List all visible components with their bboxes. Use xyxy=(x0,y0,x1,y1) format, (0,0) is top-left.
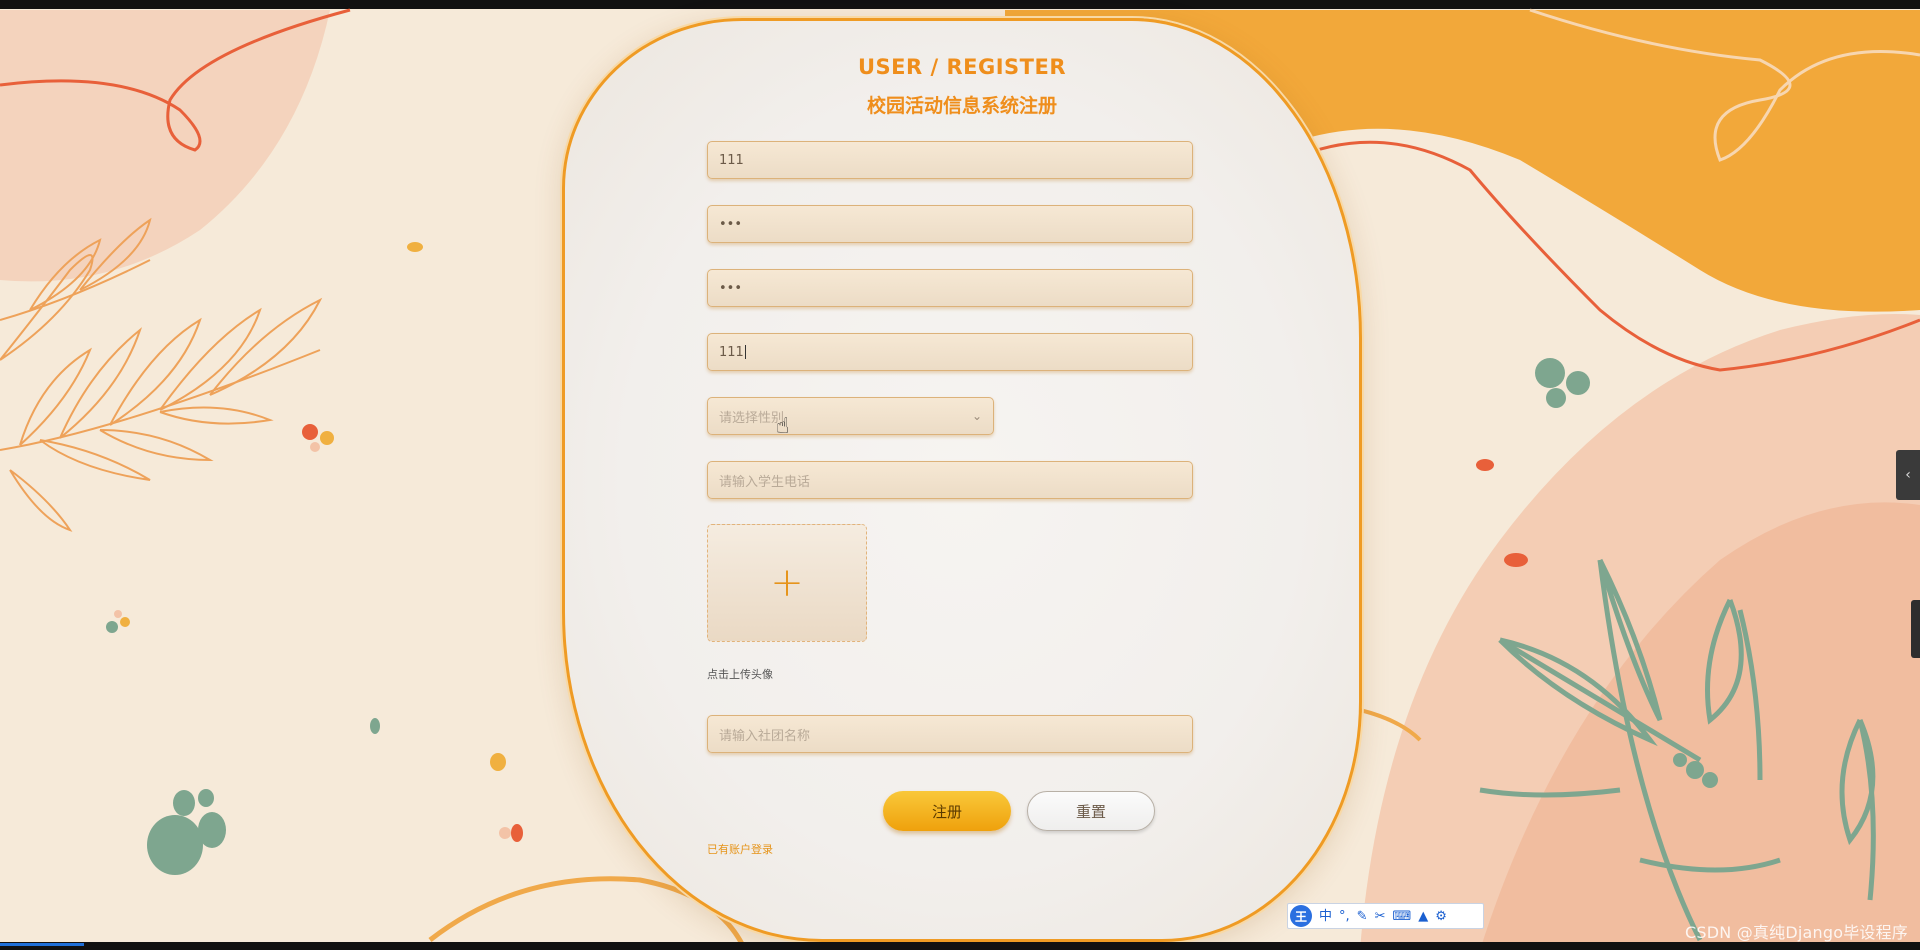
hand-pointer-icon: ☝ xyxy=(776,414,790,439)
watermark: CSDN @真纯Django毕设程序 xyxy=(1685,923,1908,942)
ime-punct-toggle[interactable]: °, xyxy=(1339,910,1350,923)
plus-icon: + xyxy=(770,560,804,606)
bottom-bar xyxy=(0,942,1920,950)
confirm-password-input-value: ••• xyxy=(719,280,743,296)
chevron-left-icon: ‹ xyxy=(1905,467,1911,483)
password-input-value: ••• xyxy=(719,216,743,232)
chevron-down-icon: ⌄ xyxy=(971,409,982,423)
login-link[interactable]: 已有账户登录 xyxy=(707,841,773,857)
title-chinese: 校园活动信息系统注册 xyxy=(866,95,1057,117)
name-input-value: 111 xyxy=(719,344,744,360)
club-name-input-placeholder: 请输入社团名称 xyxy=(719,728,811,744)
gender-select-placeholder: 请选择性别 xyxy=(719,410,785,426)
gender-select[interactable]: 请选择性别 ⌄ xyxy=(707,397,994,435)
confirm-password-input[interactable]: ••• xyxy=(707,269,1193,307)
avatar-upload[interactable]: + xyxy=(707,524,867,642)
password-input[interactable]: ••• xyxy=(707,205,1193,243)
phone-input[interactable]: 请输入学生电话 xyxy=(707,461,1193,499)
club-name-input[interactable]: 请输入社团名称 xyxy=(707,715,1193,753)
phone-input-placeholder: 请输入学生电话 xyxy=(719,474,811,490)
ime-logo-icon[interactable]: 王 xyxy=(1290,905,1312,927)
account-input-value: 111 xyxy=(719,152,744,168)
ime-mode-toggle[interactable]: 中 xyxy=(1319,910,1332,923)
side-panel-handle[interactable] xyxy=(1911,600,1920,658)
shirt-icon[interactable]: ▲ xyxy=(1418,910,1428,923)
avatar-upload-hint: 点击上传头像 xyxy=(707,668,773,681)
ime-toolbar: 王 中 °, ✎ ✂ ⌨ ▲ ⚙ xyxy=(1287,903,1484,929)
keyboard-icon[interactable]: ⌨ xyxy=(1392,910,1411,923)
register-card: USER / REGISTER 校园活动信息系统注册 111 ••• ••• 1… xyxy=(562,18,1362,942)
progress-indicator xyxy=(0,943,84,946)
side-panel-toggle[interactable]: ‹ xyxy=(1896,450,1920,500)
account-input[interactable]: 111 xyxy=(707,141,1193,179)
text-caret xyxy=(744,345,746,359)
name-input[interactable]: 111 xyxy=(707,333,1193,371)
gear-icon[interactable]: ⚙ xyxy=(1435,910,1447,923)
register-button[interactable]: 注册 xyxy=(883,791,1011,831)
reset-button[interactable]: 重置 xyxy=(1027,791,1155,831)
title-english: USER / REGISTER xyxy=(857,55,1066,79)
pen-icon[interactable]: ✎ xyxy=(1357,910,1368,923)
scissors-icon[interactable]: ✂ xyxy=(1375,910,1386,923)
